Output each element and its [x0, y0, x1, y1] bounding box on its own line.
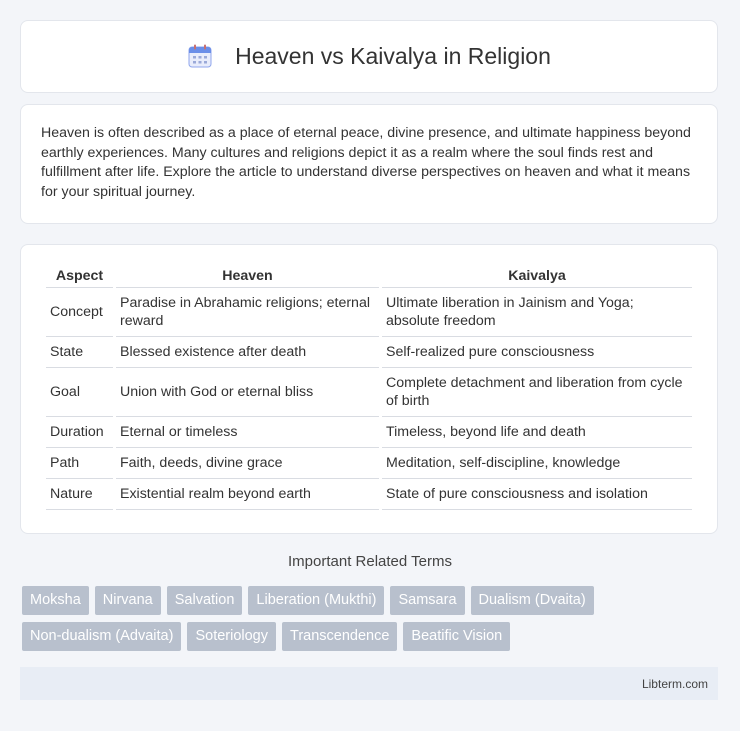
footer: Libterm.com	[20, 667, 718, 700]
cell-kaivalya: State of pure consciousness and isolatio…	[382, 479, 692, 510]
cell-aspect: Concept	[46, 288, 113, 337]
cell-aspect: Nature	[46, 479, 113, 510]
tag-samsara[interactable]: Samsara	[390, 586, 465, 615]
cell-heaven: Faith, deeds, divine grace	[116, 448, 379, 479]
header-heaven: Heaven	[116, 265, 379, 288]
table-row: Nature Existential realm beyond earth St…	[46, 479, 692, 510]
cell-kaivalya: Timeless, beyond life and death	[382, 417, 692, 448]
cell-heaven: Blessed existence after death	[116, 337, 379, 368]
calendar-icon	[188, 44, 212, 67]
header-aspect: Aspect	[46, 265, 113, 288]
cell-heaven: Existential realm beyond earth	[116, 479, 379, 510]
tag-beatific-vision[interactable]: Beatific Vision	[403, 622, 511, 651]
intro-card: Heaven is often described as a place of …	[20, 104, 718, 224]
cell-aspect: Goal	[46, 368, 113, 417]
table-row: Goal Union with God or eternal bliss Com…	[46, 368, 692, 417]
cell-heaven: Paradise in Abrahamic religions; eternal…	[116, 288, 379, 337]
table-row: Path Faith, deeds, divine grace Meditati…	[46, 448, 692, 479]
tag-soteriology[interactable]: Soteriology	[187, 622, 276, 651]
tag-liberation[interactable]: Liberation (Mukthi)	[248, 586, 385, 615]
title-card: Heaven vs Kaivalya in Religion	[20, 20, 718, 93]
header-kaivalya: Kaivalya	[382, 265, 692, 288]
cell-kaivalya: Ultimate liberation in Jainism and Yoga;…	[382, 288, 692, 337]
related-terms-title: Important Related Terms	[288, 553, 452, 570]
cell-heaven: Union with God or eternal bliss	[116, 368, 379, 417]
cell-kaivalya: Complete detachment and liberation from …	[382, 368, 692, 417]
page-title: Heaven vs Kaivalya in Religion	[235, 43, 551, 69]
table-row: Duration Eternal or timeless Timeless, b…	[46, 417, 692, 448]
table-header-row: Aspect Heaven Kaivalya	[46, 265, 692, 288]
cell-kaivalya: Self-realized pure consciousness	[382, 337, 692, 368]
footer-brand-link[interactable]: Libterm.com	[642, 677, 708, 691]
comparison-table: Aspect Heaven Kaivalya Concept Paradise …	[43, 265, 695, 510]
comparison-table-card: Aspect Heaven Kaivalya Concept Paradise …	[20, 244, 718, 534]
cell-aspect: Duration	[46, 417, 113, 448]
cell-kaivalya: Meditation, self-discipline, knowledge	[382, 448, 692, 479]
cell-heaven: Eternal or timeless	[116, 417, 379, 448]
tag-transcendence[interactable]: Transcendence	[282, 622, 398, 651]
tag-dualism[interactable]: Dualism (Dvaita)	[470, 586, 594, 615]
table-row: Concept Paradise in Abrahamic religions;…	[46, 288, 692, 337]
intro-text: Heaven is often described as a place of …	[41, 125, 691, 200]
cell-aspect: Path	[46, 448, 113, 479]
tag-nirvana[interactable]: Nirvana	[94, 586, 161, 615]
table-row: State Blessed existence after death Self…	[46, 337, 692, 368]
related-terms-tags: Moksha Nirvana Salvation Liberation (Muk…	[22, 586, 722, 651]
tag-salvation[interactable]: Salvation	[166, 586, 243, 615]
cell-aspect: State	[46, 337, 113, 368]
tag-non-dualism[interactable]: Non-dualism (Advaita)	[22, 622, 182, 651]
tag-moksha[interactable]: Moksha	[22, 586, 89, 615]
